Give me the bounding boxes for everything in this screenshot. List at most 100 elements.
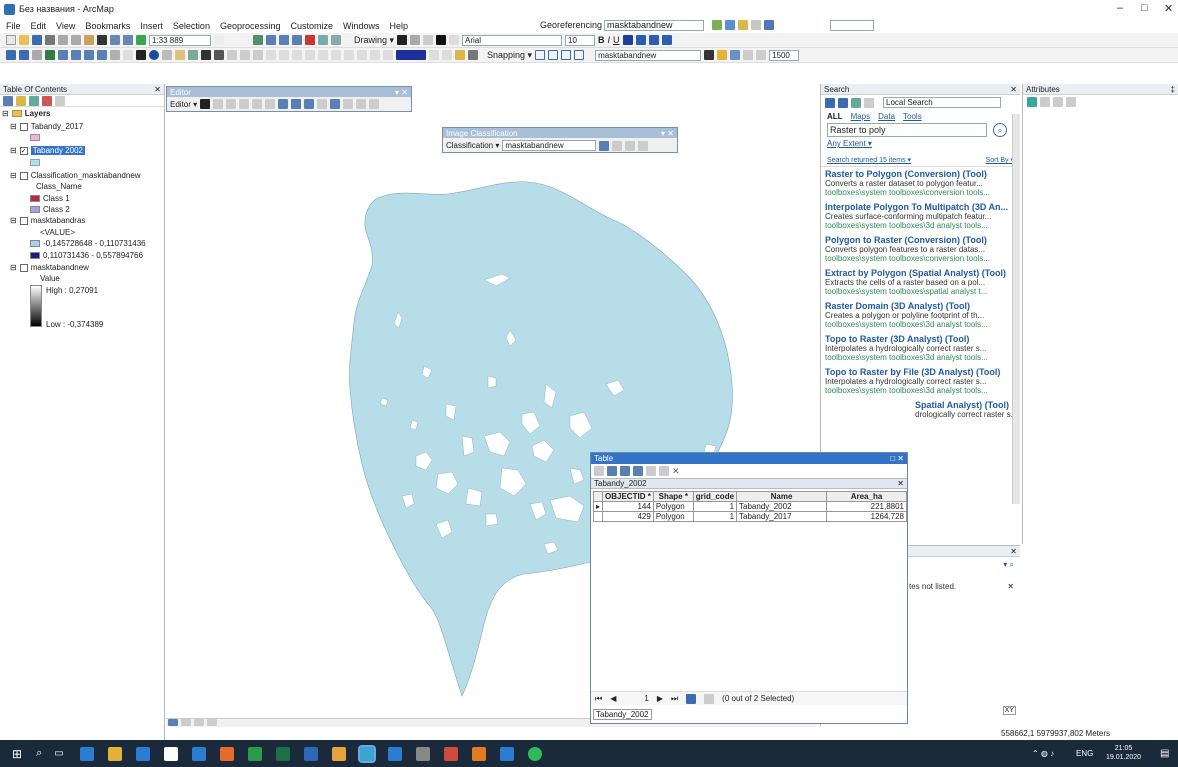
layout-view-icon[interactable]: [181, 719, 191, 726]
histogram-icon[interactable]: [756, 50, 767, 60]
lower-panel-tools[interactable]: ▾ ⌕: [1003, 560, 1014, 570]
attributes-options-icon[interactable]: [1066, 97, 1076, 107]
print-icon[interactable]: [45, 35, 55, 45]
related-tables-icon[interactable]: [607, 466, 617, 476]
next-record-icon[interactable]: ▶: [657, 694, 663, 703]
effects-icon[interactable]: [455, 50, 465, 60]
table-row[interactable]: 429 Polygon 1 Tabandy_2017 1264,728: [592, 511, 907, 522]
fill-color-icon[interactable]: [635, 35, 646, 45]
open-folder-icon[interactable]: [19, 35, 29, 45]
delete-selected-icon[interactable]: ✕: [672, 466, 680, 477]
system-tray-icons[interactable]: ⌃ ◍ ♪: [1032, 749, 1054, 758]
menu-help[interactable]: Help: [390, 21, 409, 31]
class-2-swatch[interactable]: [30, 206, 40, 213]
layer-checkbox[interactable]: [19, 216, 28, 225]
result-path[interactable]: toolboxes\system toolboxes\3d analyst to…: [825, 221, 1016, 230]
scale-dropdown-icon[interactable]: [214, 35, 224, 45]
show-selected-records-icon[interactable]: [704, 693, 715, 704]
result-title[interactable]: Topo to Raster (3D Analyst) (Tool): [825, 334, 1016, 344]
layout-tool-5-icon[interactable]: [318, 50, 328, 60]
clear-table-selection-icon[interactable]: [646, 466, 656, 476]
image-classification-close-icon[interactable]: ▾ ✕: [661, 129, 674, 138]
map-scale-select[interactable]: 1:33 889: [149, 34, 211, 46]
end-snap-icon[interactable]: [548, 50, 559, 60]
toc-layer-masktabandnew[interactable]: ⊟ masktabandnew: [10, 263, 89, 272]
sun-icon[interactable]: [717, 50, 728, 60]
georeferencing-menu[interactable]: Georeferencing ▾: [540, 20, 609, 31]
georef-layer-select[interactable]: masktabandnew: [604, 20, 704, 31]
app-icon[interactable]: [331, 746, 346, 761]
layer-select-2[interactable]: masktabandnew: [595, 49, 702, 61]
result-title[interactable]: Raster to Polygon (Conversion) (Tool): [825, 169, 1016, 179]
font-select[interactable]: Arial: [462, 34, 563, 46]
classify-icon[interactable]: [730, 50, 741, 60]
hillshade-icon[interactable]: [743, 50, 754, 60]
menu-customize[interactable]: Customize: [291, 21, 334, 31]
search-taskbar-icon[interactable]: ⌕: [36, 747, 42, 760]
underline-icon[interactable]: U: [613, 35, 620, 45]
search-options-icon[interactable]: [864, 97, 874, 108]
search-close-icon[interactable]: ✕: [1010, 85, 1017, 94]
contrast-icon[interactable]: [468, 50, 478, 60]
result-path[interactable]: toolboxes\system toolboxes\3d analyst to…: [825, 386, 1016, 395]
create-viewer-icon[interactable]: [253, 50, 263, 60]
range-1-swatch[interactable]: [30, 240, 40, 247]
collapse-icon[interactable]: ⊟: [10, 122, 17, 131]
menu-file[interactable]: File: [6, 21, 21, 31]
catalog-window-icon[interactable]: [279, 35, 289, 45]
search-result[interactable]: Interpolate Polygon To Multipatch (3D An…: [825, 202, 1016, 230]
class-1-swatch[interactable]: [30, 195, 40, 202]
word-icon[interactable]: [303, 746, 318, 761]
search-result[interactable]: Extract by Polygon (Spatial Analyst) (To…: [825, 268, 1016, 296]
layout-tool-9-icon[interactable]: [370, 50, 380, 60]
search-sort[interactable]: Sort By ▾: [986, 156, 1014, 164]
search-result[interactable]: Polygon to Raster (Conversion) (Tool) Co…: [825, 235, 1016, 263]
table-bottom-tab[interactable]: Tabandy_2002: [593, 709, 652, 720]
image-classification-titlebar[interactable]: Image Classification ▾ ✕: [443, 128, 677, 138]
column-header-objectid[interactable]: OBJECTID *: [602, 491, 654, 502]
edit-annotation-icon[interactable]: [213, 99, 224, 109]
whatsapp-icon[interactable]: [527, 746, 542, 761]
search-result[interactable]: Raster Domain (3D Analyst) (Tool) Create…: [825, 301, 1016, 329]
notifications-icon[interactable]: ▤: [1160, 748, 1169, 759]
rotate-icon[interactable]: [738, 20, 748, 30]
pause-drawing-icon[interactable]: [207, 719, 217, 726]
result-title[interactable]: Topo to Raster by File (3D Analyst) (Too…: [825, 367, 1016, 377]
toc-layer-tabandy-2002[interactable]: ⊟ ✓ Tabandy 2002: [10, 146, 85, 155]
menu-edit[interactable]: Edit: [31, 21, 47, 31]
field-options-icon[interactable]: [1053, 97, 1063, 107]
go-forward-icon[interactable]: [97, 50, 107, 60]
layout-tool-3-icon[interactable]: [292, 50, 302, 60]
toc-symbol[interactable]: [30, 159, 40, 166]
lower-panel-close-x-icon[interactable]: ✕: [1007, 582, 1014, 591]
editor-close-icon[interactable]: ▾ ✕: [395, 88, 408, 97]
list-by-selection-icon[interactable]: [42, 96, 52, 106]
app4-icon[interactable]: [471, 746, 486, 761]
modelbuilder-icon[interactable]: [331, 35, 341, 45]
redo-icon[interactable]: [123, 35, 133, 45]
collapse-icon[interactable]: ⊟: [10, 263, 17, 272]
search-count[interactable]: Search returned 15 items ▾: [827, 156, 911, 164]
point-snap-icon[interactable]: [535, 50, 546, 60]
toc-close-icon[interactable]: ✕: [154, 85, 161, 94]
select-by-attributes-icon[interactable]: [620, 466, 630, 476]
calculator-icon[interactable]: [415, 746, 430, 761]
flicker-icon[interactable]: [442, 50, 452, 60]
app2-icon[interactable]: [387, 746, 402, 761]
result-path[interactable]: toolboxes\system toolboxes\conversion to…: [825, 188, 1016, 197]
point-icon[interactable]: [265, 99, 276, 109]
end-point-arc-icon[interactable]: [239, 99, 250, 109]
result-path[interactable]: toolboxes\system toolboxes\3d analyst to…: [825, 353, 1016, 362]
sort-icon[interactable]: [1040, 97, 1050, 107]
toc-layer-masktabandras[interactable]: ⊟ masktabandras: [10, 216, 85, 225]
collapse-icon[interactable]: ⊟: [10, 216, 17, 225]
georef-transparency-input[interactable]: [830, 20, 874, 31]
edge-browser-icon[interactable]: [79, 746, 94, 761]
create-features-icon[interactable]: [369, 99, 380, 109]
menu-view[interactable]: View: [56, 21, 75, 31]
table-tab-close-icon[interactable]: ✕: [897, 479, 904, 488]
toc-symbol[interactable]: [30, 134, 40, 141]
value-input[interactable]: 1500: [769, 49, 800, 61]
firefox-icon[interactable]: [219, 746, 234, 761]
zoom-in-icon[interactable]: [6, 50, 16, 60]
